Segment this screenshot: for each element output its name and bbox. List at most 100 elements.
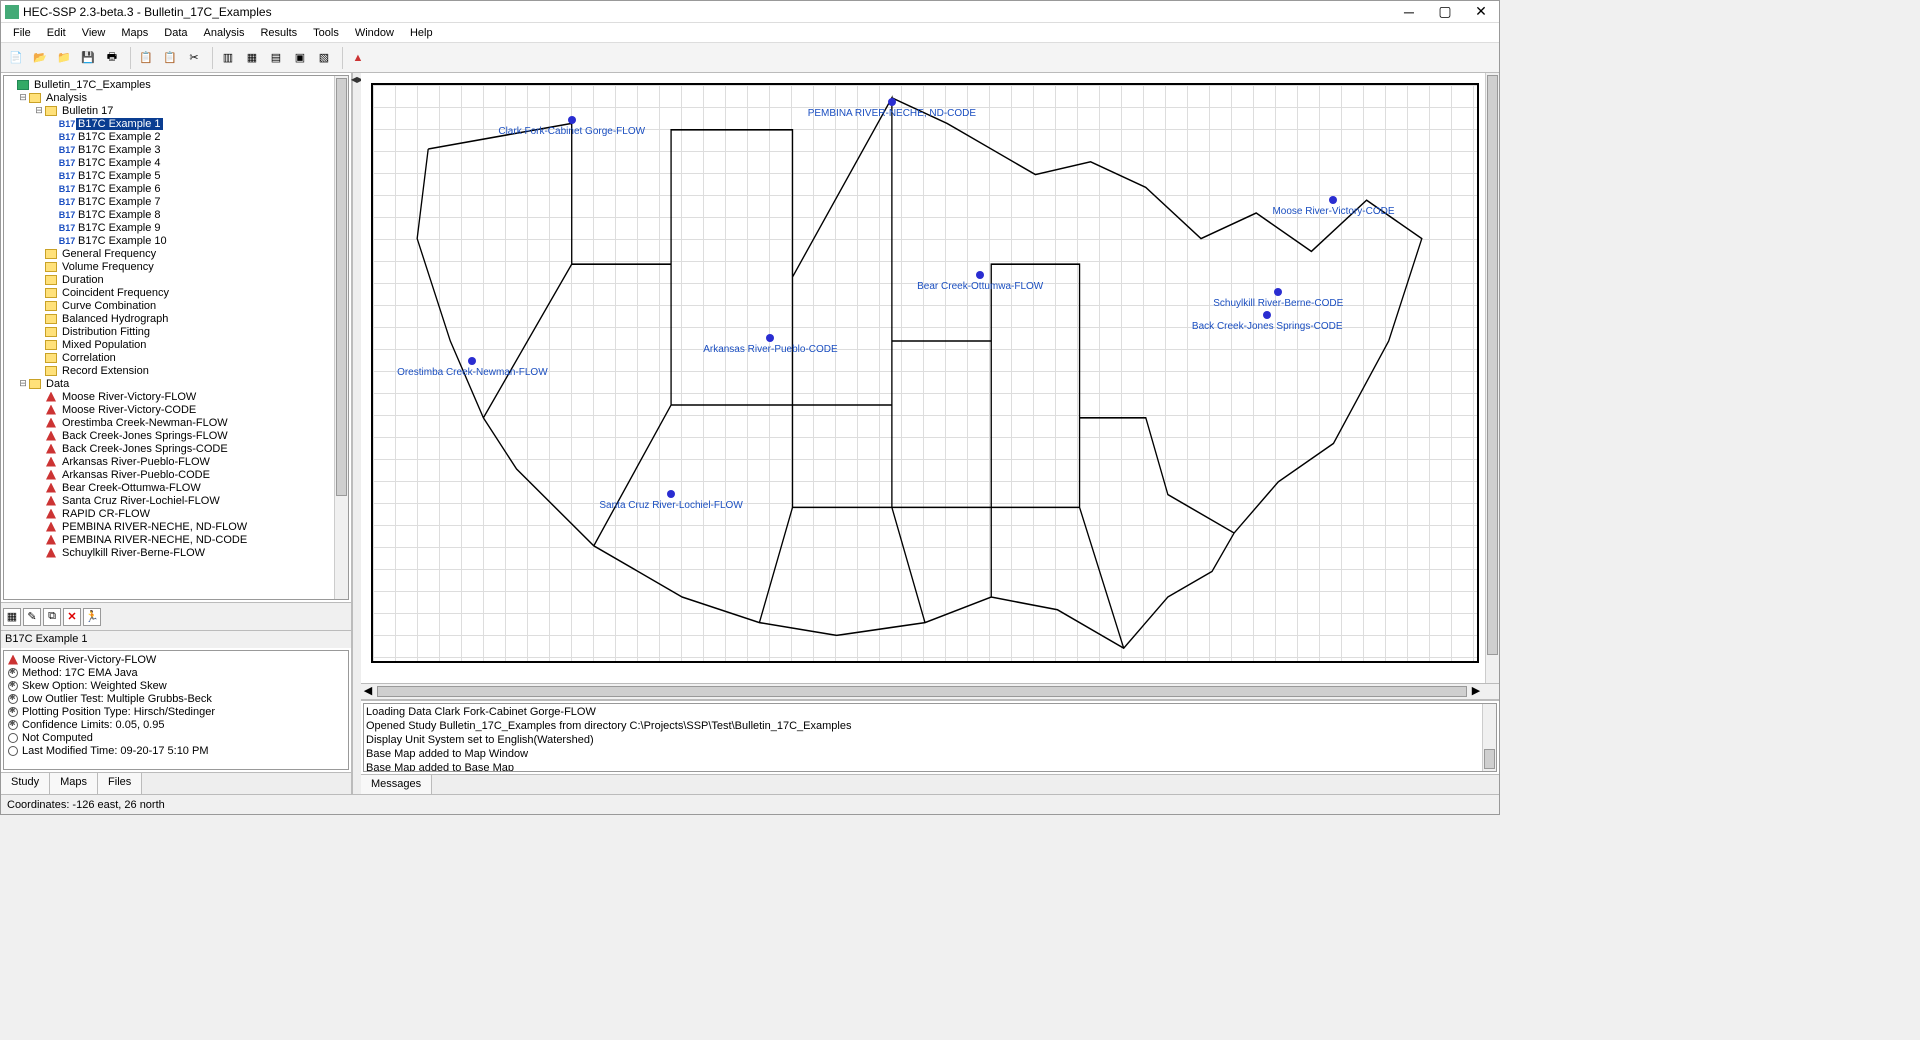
detail-panel: Moose River-Victory-FLOWMethod: 17C EMA … [3,650,349,770]
tree-data-item[interactable]: Back Creek-Jones Springs-CODE [6,442,346,455]
tree-data-item[interactable]: Arkansas River-Pueblo-FLOW [6,455,346,468]
tree-category-general-frequency[interactable]: General Frequency [6,247,346,260]
tree-bulletin17[interactable]: ⊟Bulletin 17 [6,104,346,117]
tree-example-5[interactable]: B17B17C Example 5 [6,169,346,182]
tree-analysis[interactable]: ⊟Analysis [6,91,346,104]
menu-maps[interactable]: Maps [113,25,156,41]
menu-help[interactable]: Help [402,25,441,41]
tree-example-1[interactable]: B17B17C Example 1 [6,117,346,130]
tab-files[interactable]: Files [98,773,142,794]
copy-icon[interactable]: 📋 [135,47,157,69]
tree-data[interactable]: ⊟Data [6,377,346,390]
tree-data-item[interactable]: Moose River-Victory-CODE [6,403,346,416]
detail-row: Plotting Position Type: Hirsch/Stedinger [6,705,346,718]
action-edit-icon[interactable]: ✎ [23,608,41,626]
messages-log[interactable]: Loading Data Clark Fork-Cabinet Gorge-FL… [363,703,1497,772]
tree-category-mixed-population[interactable]: Mixed Population [6,338,346,351]
map-station[interactable]: Schuylkill River-Berne-CODE [1274,288,1282,296]
open-study-icon[interactable]: 📂 [29,47,51,69]
tree-example-8[interactable]: B17B17C Example 8 [6,208,346,221]
map-station[interactable]: Santa Cruz River-Lochiel-FLOW [667,490,675,498]
tree-example-9[interactable]: B17B17C Example 9 [6,221,346,234]
tree-toggle-icon[interactable]: ⊟ [18,378,28,389]
menu-analysis[interactable]: Analysis [196,25,253,41]
tree-category-correlation[interactable]: Correlation [6,351,346,364]
map-station[interactable]: Bear Creek-Ottumwa-FLOW [976,271,984,279]
save-icon[interactable]: 💾 [77,47,99,69]
menu-view[interactable]: View [74,25,114,41]
tree-data-item[interactable]: PEMBINA RIVER-NECHE, ND-FLOW [6,520,346,533]
paste-icon[interactable]: 📋 [159,47,181,69]
tree-example-3[interactable]: B17B17C Example 3 [6,143,346,156]
map-viewport[interactable]: Clark Fork-Cabinet Gorge-FLOW PEMBINA RIV… [361,73,1499,683]
tree-scrollbar[interactable] [334,76,348,599]
tree-category-volume-frequency[interactable]: Volume Frequency [6,260,346,273]
tree-data-item[interactable]: Bear Creek-Ottumwa-FLOW [6,481,346,494]
menu-edit[interactable]: Edit [39,25,74,41]
vertical-splitter[interactable]: ◀▶ [353,73,361,794]
tree-example-4[interactable]: B17B17C Example 4 [6,156,346,169]
action-view-icon[interactable]: ▦ [3,608,21,626]
left-tabs: StudyMapsFiles [1,772,351,794]
close-button[interactable]: ✕ [1467,3,1495,21]
map-station[interactable]: Arkansas River-Pueblo-CODE [766,334,774,342]
maximize-button[interactable]: ▢ [1431,3,1459,21]
close-study-icon[interactable]: 📁 [53,47,75,69]
tree-example-2[interactable]: B17B17C Example 2 [6,130,346,143]
tree-data-item[interactable]: Back Creek-Jones Springs-FLOW [6,429,346,442]
tree-category-balanced-hydrograph[interactable]: Balanced Hydrograph [6,312,346,325]
tab-maps[interactable]: Maps [50,773,98,794]
minimize-button[interactable]: ─ [1395,3,1423,21]
tree-data-item[interactable]: Orestimba Creek-Newman-FLOW [6,416,346,429]
study-tree[interactable]: Bulletin_17C_Examples⊟Analysis⊟Bulletin … [3,75,349,600]
tree-data-item[interactable]: RAPID CR-FLOW [6,507,346,520]
menu-window[interactable]: Window [347,25,402,41]
tree-root[interactable]: Bulletin_17C_Examples [6,78,346,91]
action-delete-icon[interactable]: ✕ [63,608,81,626]
tree-node-icon [44,300,58,312]
tree-category-coincident-frequency[interactable]: Coincident Frequency [6,286,346,299]
window-layout-5-icon[interactable]: ▧ [313,47,335,69]
window-layout-1-icon[interactable]: ▥ [217,47,239,69]
tree-data-item[interactable]: Santa Cruz River-Lochiel-FLOW [6,494,346,507]
tree-node-icon [16,79,30,91]
map-horizontal-scrollbar[interactable]: ◀ ▶ [361,683,1499,699]
tree-data-item[interactable]: Moose River-Victory-FLOW [6,390,346,403]
map-station[interactable]: Clark Fork-Cabinet Gorge-FLOW [568,116,576,124]
menu-data[interactable]: Data [156,25,195,41]
cut-icon[interactable]: ✂ [183,47,205,69]
tree-category-record-extension[interactable]: Record Extension [6,364,346,377]
window-layout-3-icon[interactable]: ▤ [265,47,287,69]
map-station[interactable]: Orestimba Creek-Newman-FLOW [468,357,476,365]
map-station[interactable]: Moose River-Victory-CODE [1329,196,1337,204]
menu-file[interactable]: File [5,25,39,41]
tree-data-item[interactable]: PEMBINA RIVER-NECHE, ND-CODE [6,533,346,546]
window-layout-4-icon[interactable]: ▣ [289,47,311,69]
tree-example-6[interactable]: B17B17C Example 6 [6,182,346,195]
map-station[interactable]: PEMBINA RIVER-NECHE, ND-CODE [888,98,896,106]
map-vertical-scrollbar[interactable] [1485,73,1499,683]
tree-toggle-icon[interactable]: ⊟ [34,105,44,116]
print-icon[interactable]: 🖶 [101,47,123,69]
menu-tools[interactable]: Tools [305,25,347,41]
tab-study[interactable]: Study [1,773,50,794]
window-layout-2-icon[interactable]: ▦ [241,47,263,69]
tree-data-item[interactable]: Schuylkill River-Berne-FLOW [6,546,346,559]
action-copy-icon[interactable]: ⧉ [43,608,61,626]
tree-node-label: Balanced Hydrograph [60,313,170,325]
tree-category-distribution-fitting[interactable]: Distribution Fitting [6,325,346,338]
tree-category-duration[interactable]: Duration [6,273,346,286]
new-study-icon[interactable]: 📄 [5,47,27,69]
tree-example-7[interactable]: B17B17C Example 7 [6,195,346,208]
tree-toggle-icon[interactable]: ⊟ [18,92,28,103]
distribution-icon[interactable]: ▲ [347,47,369,69]
tree-category-curve-combination[interactable]: Curve Combination [6,299,346,312]
tab-messages[interactable]: Messages [361,775,432,794]
action-run-icon[interactable]: 🏃 [83,608,101,626]
map-station[interactable]: Back Creek-Jones Springs-CODE [1263,311,1271,319]
detail-row: Skew Option: Weighted Skew [6,679,346,692]
menu-results[interactable]: Results [252,25,305,41]
tree-data-item[interactable]: Arkansas River-Pueblo-CODE [6,468,346,481]
tree-example-10[interactable]: B17B17C Example 10 [6,234,346,247]
messages-scrollbar[interactable] [1482,704,1496,771]
